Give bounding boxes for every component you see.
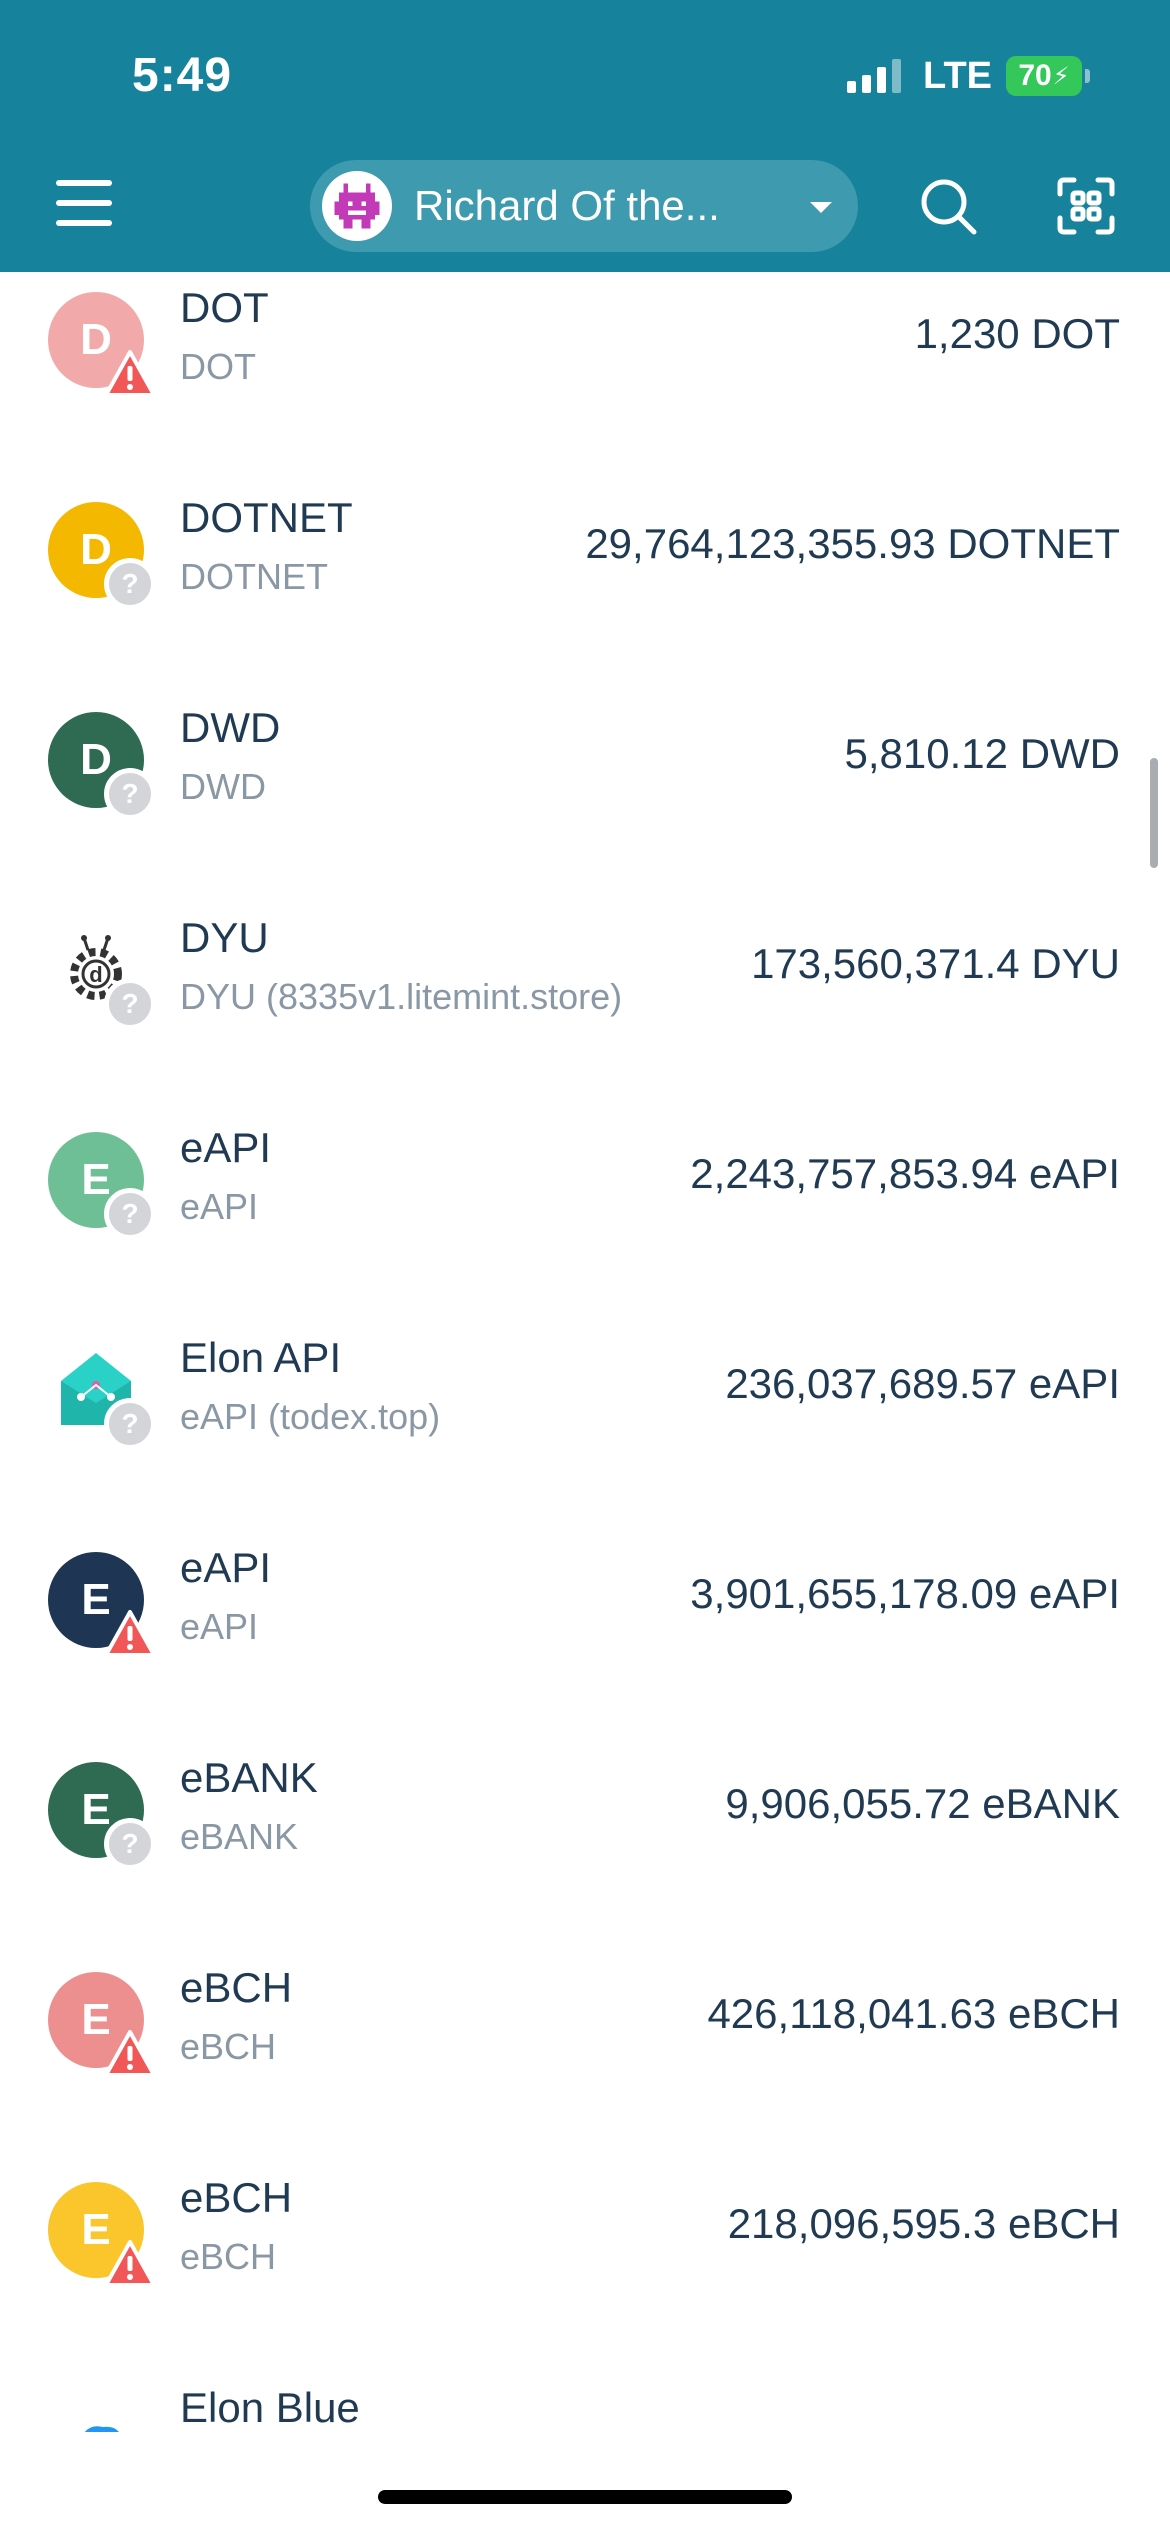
- token-name: Elon API: [180, 1334, 342, 1381]
- token-name: DYU: [180, 914, 269, 961]
- question-mark-icon: ?: [104, 1818, 156, 1870]
- token-balance: 426,118,041.63 eBCH: [707, 1990, 1120, 2037]
- token-row[interactable]: EeBCH eBCH 426,118,041.63 eBCH: [0, 1942, 1170, 2152]
- search-icon[interactable]: [918, 176, 978, 236]
- question-mark-icon: ?: [104, 768, 156, 820]
- warning-icon: [104, 348, 156, 400]
- token-subtitle: DOT: [180, 346, 256, 387]
- status-time: 5:49: [132, 49, 233, 102]
- token-row[interactable]: EeBCH eBCH 218,096,595.3 eBCH: [0, 2152, 1170, 2362]
- token-balance: 3,901,655,178.09 eAPI: [690, 1570, 1120, 1617]
- token-row[interactable]: E? eBANK eBANK 9,906,055.72 eBANK: [0, 1732, 1170, 1942]
- home-indicator: [378, 2490, 792, 2504]
- scrollbar[interactable]: [1150, 758, 1158, 868]
- token-balance: 9,906,055.72 eBANK: [725, 1780, 1120, 1827]
- token-subtitle: eAPI: [180, 1186, 259, 1227]
- token-row[interactable]: E? eAPI eAPI 2,243,757,853.94 eAPI: [0, 1102, 1170, 1312]
- token-row[interactable]: D DOT DOT 1,230 DOT: [0, 272, 1170, 472]
- robot-avatar-icon: [334, 183, 380, 229]
- token-name: eAPI: [180, 1544, 272, 1591]
- token-name: eBCH: [180, 2174, 293, 2221]
- svg-text:d: d: [89, 962, 102, 987]
- chevron-down-icon: [810, 202, 832, 213]
- token-subtitle: DYU (8335v1.litemint.store): [180, 976, 623, 1017]
- status-indicators: LTE 70 ⚡: [847, 52, 1090, 100]
- token-name: eBCH: [180, 1964, 293, 2011]
- token-name: eBANK: [180, 1754, 318, 1801]
- warning-icon: [104, 1608, 156, 1660]
- token-balance: 5,810.12 DWD: [844, 730, 1120, 777]
- token-subtitle: eBANK: [180, 1816, 299, 1857]
- token-name: Elon Blue: [180, 2384, 360, 2431]
- token-name: DOTNET: [180, 494, 353, 541]
- signal-icon: [847, 59, 902, 93]
- battery-icon: 70 ⚡: [1006, 56, 1090, 96]
- warning-icon: [104, 2028, 156, 2080]
- token-balance: 236,037,689.57 eAPI: [725, 1360, 1120, 1407]
- question-mark-icon: ?: [104, 558, 156, 610]
- token-row[interactable]: D? DWD DWD 5,810.12 DWD: [0, 682, 1170, 892]
- app-header: 5:49 LTE 70 ⚡ Richard Of the...: [0, 0, 1170, 272]
- token-subtitle: eBCH: [180, 2026, 277, 2067]
- token-name: DOT: [180, 284, 269, 331]
- token-row[interactable]: ? Elon API eAPI (todex.top) 236,037,689.57 …: [0, 1312, 1170, 1522]
- network-label: LTE: [923, 54, 992, 97]
- token-row[interactable]: EeAPI eAPI 3,901,655,178.09 eAPI: [0, 1522, 1170, 1732]
- cloud-logo-icon: [48, 2392, 144, 2432]
- token-balance: 1,230 DOT: [914, 310, 1120, 357]
- token-subtitle: DWD: [180, 766, 266, 807]
- token-balance: 29,764,123,355.93 DOTNET: [585, 520, 1120, 567]
- wallet-avatar: [322, 171, 392, 241]
- token-name: eAPI: [180, 1124, 272, 1171]
- token-balance: 173,560,371.4 DYU: [751, 940, 1120, 987]
- token-name: DWD: [180, 704, 281, 751]
- token-subtitle: eBCH: [180, 2236, 277, 2277]
- question-mark-icon: ?: [104, 1188, 156, 1240]
- token-balance: 218,096,595.3 eBCH: [727, 2200, 1120, 2247]
- wallet-screen: 5:49 LTE 70 ⚡ Richard Of the... D DOT DO…: [0, 0, 1170, 2532]
- token-list[interactable]: D DOT DOT 1,230 DOT D? DOTNET DOTNET 29,764,123…: [0, 272, 1170, 2432]
- question-mark-icon: ?: [104, 978, 156, 1030]
- wallet-name: Richard Of the...: [414, 182, 720, 229]
- menu-icon[interactable]: [56, 178, 112, 228]
- question-mark-icon: ?: [104, 1398, 156, 1450]
- token-subtitle: DOTNET: [180, 556, 328, 597]
- warning-icon: [104, 2238, 156, 2290]
- token-row[interactable]: D? DOTNET DOTNET 29,764,123,355.93 DOTNET: [0, 472, 1170, 682]
- token-balance: 2,243,757,853.94 eAPI: [690, 1150, 1120, 1197]
- token-subtitle: eAPI (todex.top): [180, 1396, 441, 1437]
- qr-scan-icon[interactable]: [1056, 176, 1116, 236]
- wallet-selector[interactable]: Richard Of the...: [310, 160, 858, 252]
- token-row[interactable]: d? DYU DYU (8335v1.litemint.store) 173,560,…: [0, 892, 1170, 1102]
- token-subtitle: eAPI: [180, 1606, 259, 1647]
- battery-level: 70: [1018, 59, 1052, 92]
- token-row[interactable]: Elon Blue: [0, 2362, 1170, 2432]
